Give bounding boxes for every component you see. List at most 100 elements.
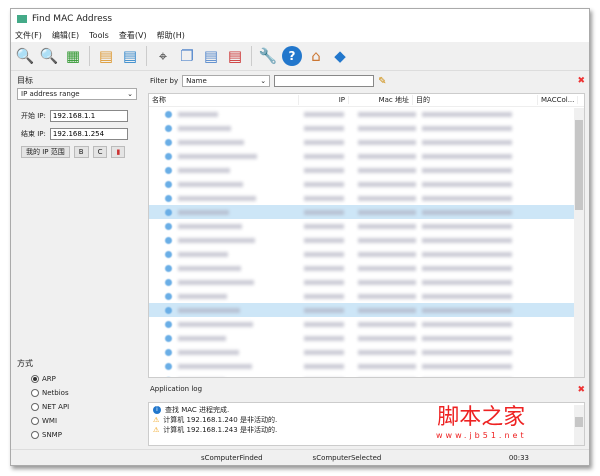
export-icon[interactable]: ▤ <box>201 46 221 66</box>
filter-field-select[interactable]: Name ⌄ <box>182 75 271 87</box>
computer-icon <box>165 334 172 342</box>
start-ip-label: 开始 IP: <box>21 112 46 120</box>
computer-icon <box>165 222 172 230</box>
table-row[interactable] <box>149 135 584 149</box>
log-scrollbar[interactable] <box>574 405 584 445</box>
filter-input[interactable] <box>274 75 375 87</box>
computer-icon <box>165 264 172 272</box>
col-maccol[interactable]: MACCol... <box>538 96 578 104</box>
close-log-icon[interactable]: ✖ <box>577 385 585 395</box>
computer-icon <box>165 110 172 118</box>
results-table: 名称 IP Mac 地址 目的 MACCol... <box>148 93 585 378</box>
table-row[interactable] <box>149 261 584 275</box>
class-c-button[interactable]: C <box>92 146 108 158</box>
menu-file[interactable]: 文件(F) <box>15 30 42 41</box>
table-row[interactable] <box>149 289 584 303</box>
table-row[interactable] <box>149 247 584 261</box>
wrench-icon[interactable]: 🔧 <box>258 46 278 66</box>
start-ip-input[interactable] <box>49 110 128 122</box>
radio-arp[interactable]: ARP <box>31 375 141 383</box>
copy-icon[interactable]: ❐ <box>177 46 197 66</box>
table-row[interactable] <box>149 191 584 205</box>
list-scrollbar[interactable] <box>574 108 584 377</box>
table-row[interactable] <box>149 331 584 345</box>
computer-icon <box>165 138 172 146</box>
table-row[interactable] <box>149 373 584 377</box>
table-row[interactable] <box>149 205 584 219</box>
table-row[interactable] <box>149 275 584 289</box>
chevron-down-icon: ⌄ <box>260 77 267 85</box>
end-ip-label: 结束 IP: <box>21 130 46 138</box>
log-title: Application log <box>150 385 203 393</box>
method-label: 方式 <box>17 359 33 368</box>
left-panel: 目标 IP address range ⌄ 开始 IP: 结束 IP: 我的 IP… <box>13 73 141 446</box>
radio-wmi[interactable]: WMI <box>31 417 141 425</box>
class-b-button[interactable]: B <box>73 146 89 158</box>
end-ip-input[interactable] <box>49 128 128 140</box>
save-list-icon[interactable]: ▤ <box>120 46 140 66</box>
status-time: 00:33 <box>508 453 529 462</box>
right-panel: Filter by Name ⌄ ✎ ✖ 名称 IP Mac 地址 目的 MACC… <box>146 73 589 446</box>
computer-icon <box>165 166 172 174</box>
flag-button[interactable]: ▮ <box>111 146 126 158</box>
warning-icon: ⚠ <box>153 426 160 434</box>
help-icon[interactable]: ? <box>282 46 302 66</box>
status-bar: sComputerFinded sComputerSelected 00:33 <box>11 449 589 465</box>
table-row[interactable] <box>149 163 584 177</box>
table-row[interactable] <box>149 345 584 359</box>
computer-icon <box>165 362 172 370</box>
delete-list-icon[interactable]: ▤ <box>225 46 245 66</box>
table-row[interactable] <box>149 149 584 163</box>
table-row[interactable] <box>149 359 584 373</box>
col-mac[interactable]: Mac 地址 <box>349 95 413 105</box>
computer-icon <box>165 348 172 356</box>
menu-tools[interactable]: Tools <box>89 31 109 40</box>
table-row[interactable] <box>149 303 584 317</box>
table-row[interactable] <box>149 233 584 247</box>
radio-snmp[interactable]: SNMP <box>31 431 141 439</box>
filter-bar: Filter by Name ⌄ ✎ ✖ <box>146 73 589 89</box>
network-card-icon[interactable]: ▦ <box>63 46 83 66</box>
computer-icon <box>165 208 172 216</box>
target-mode-value: IP address range <box>21 90 80 98</box>
filter-label: Filter by <box>150 77 179 85</box>
table-row[interactable] <box>149 121 584 135</box>
menu-edit[interactable]: 编辑(E) <box>52 30 79 41</box>
table-row[interactable] <box>149 177 584 191</box>
radio-netapi[interactable]: NET API <box>31 403 141 411</box>
my-ip-range-button[interactable]: 我的 IP 范围 <box>21 146 70 158</box>
computer-icon <box>165 250 172 258</box>
menu-view[interactable]: 查看(V) <box>119 30 147 41</box>
computer-icon <box>165 292 172 300</box>
table-row[interactable] <box>149 317 584 331</box>
table-row[interactable] <box>149 107 584 121</box>
target-mode-select[interactable]: IP address range ⌄ <box>17 88 137 100</box>
computer-icon <box>165 180 172 188</box>
table-row[interactable] <box>149 219 584 233</box>
computer-icon <box>165 320 172 328</box>
binoculars-icon[interactable]: ⌖ <box>153 46 173 66</box>
computer-icon <box>165 306 172 314</box>
col-name[interactable]: 名称 <box>149 95 299 105</box>
open-list-icon[interactable]: ▤ <box>96 46 116 66</box>
search-disabled-icon: 🔍 <box>39 47 59 65</box>
app-icon <box>17 15 27 23</box>
menu-bar: 文件(F) 编辑(E) Tools 查看(V) 帮助(H) <box>11 29 589 42</box>
table-header: 名称 IP Mac 地址 目的 MACCol... <box>149 94 584 107</box>
broom-icon[interactable]: ✎ <box>378 76 386 87</box>
computer-icon <box>165 194 172 202</box>
computer-icon <box>165 124 172 132</box>
menu-help[interactable]: 帮助(H) <box>157 30 185 41</box>
col-ip[interactable]: IP <box>299 96 349 104</box>
computer-icon <box>165 376 172 377</box>
info-icon: i <box>153 406 161 414</box>
info-icon[interactable]: ◆ <box>330 46 350 66</box>
close-filter-icon[interactable]: ✖ <box>577 76 585 86</box>
col-purpose[interactable]: 目的 <box>413 95 538 105</box>
computer-icon <box>165 278 172 286</box>
toolbar: 🔍 🔍 ▦ ▤ ▤ ⌖ ❐ ▤ ▤ 🔧 ? ⌂ ◆ <box>11 42 589 71</box>
home-icon[interactable]: ⌂ <box>306 46 326 66</box>
search-icon[interactable]: 🔍 <box>15 46 35 66</box>
computer-icon <box>165 236 172 244</box>
radio-netbios[interactable]: Netbios <box>31 389 141 397</box>
